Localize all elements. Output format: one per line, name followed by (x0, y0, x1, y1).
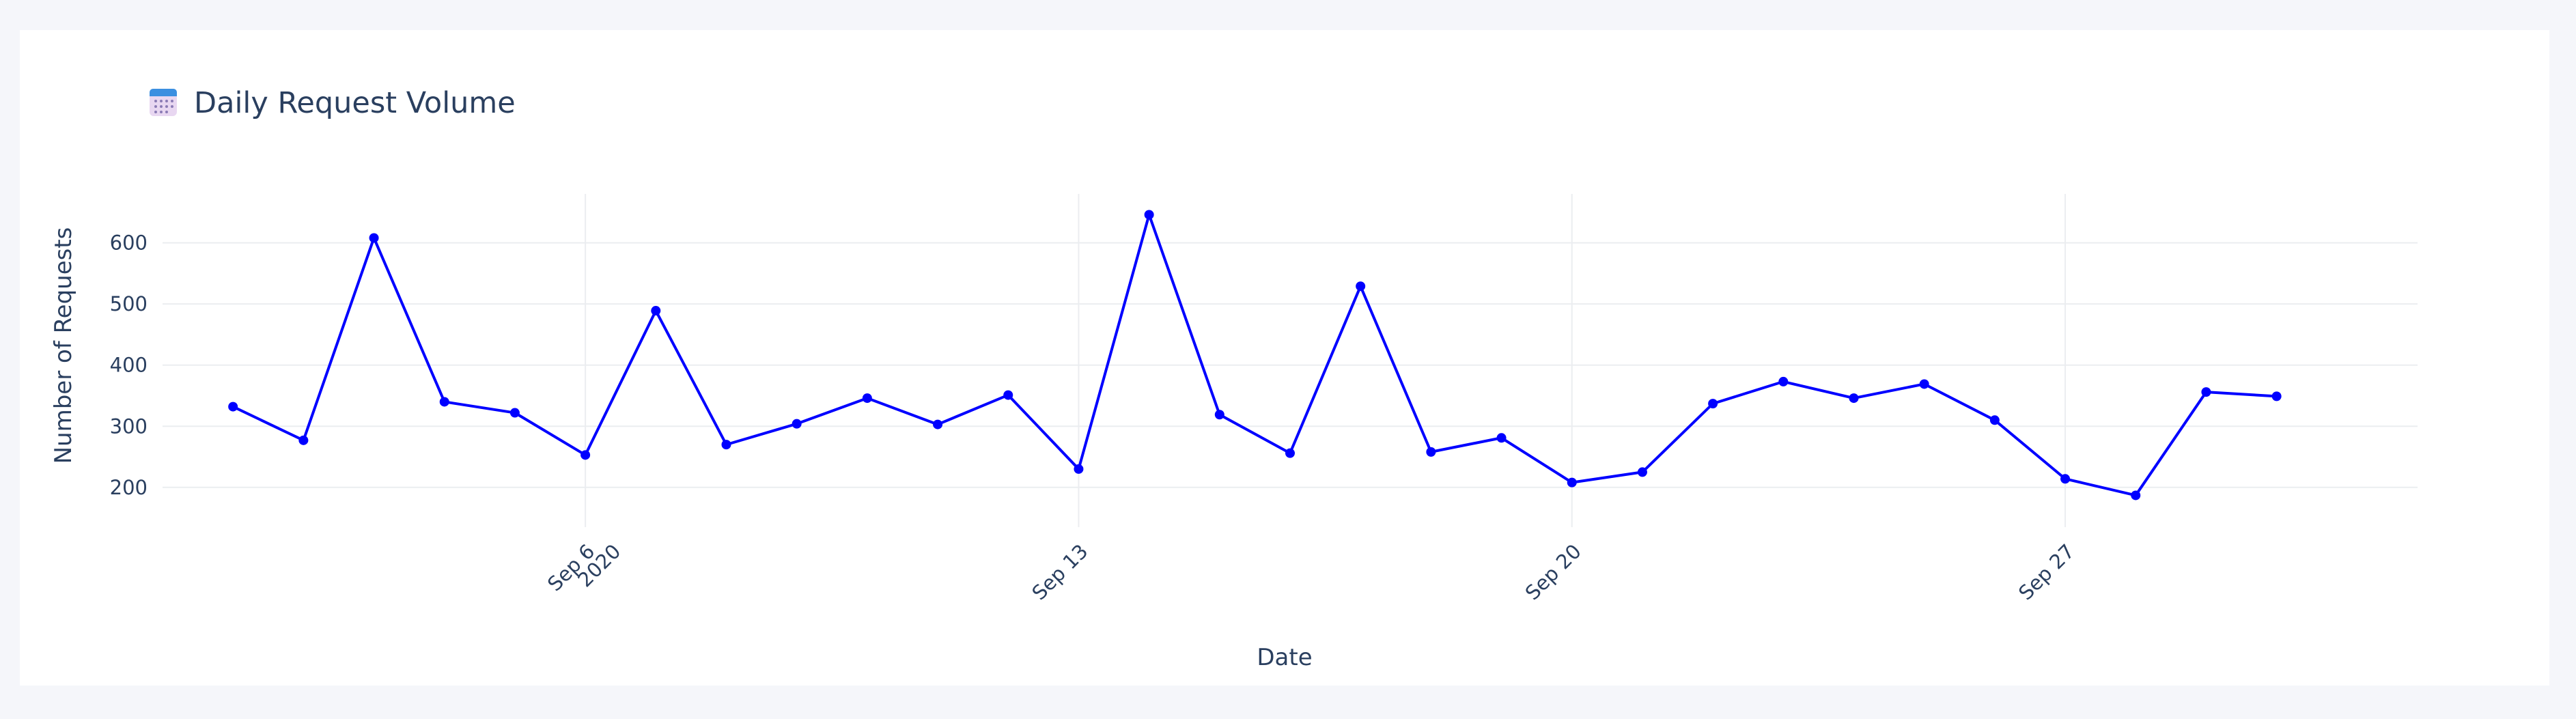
x-tick: Sep 20 (1521, 539, 1586, 604)
data-point[interactable] (1849, 393, 1859, 404)
y-axis-title: Number of Requests (50, 227, 77, 464)
data-point[interactable] (1285, 448, 1295, 458)
x-tick-label: Sep 20 (1521, 539, 1586, 604)
data-point[interactable] (1496, 433, 1507, 443)
data-point[interactable] (509, 408, 520, 418)
data-point[interactable] (651, 306, 661, 316)
data-point[interactable] (1144, 210, 1154, 220)
series-line-path (232, 213, 2277, 497)
data-point[interactable] (1426, 447, 1436, 457)
calendar-icon (150, 89, 177, 116)
data-point[interactable] (1708, 399, 1718, 409)
data-point[interactable] (862, 393, 872, 404)
data-point[interactable] (1919, 379, 1929, 389)
y-tick-label: 600 (110, 231, 148, 255)
data-point[interactable] (1989, 415, 2000, 425)
data-point[interactable] (1356, 281, 1366, 292)
data-point[interactable] (2131, 490, 2141, 501)
x-tick-label: Sep 27 (2014, 539, 2079, 604)
data-point[interactable] (1003, 390, 1013, 400)
chart-card: Daily Request Volume 200 300 400 500 600 Sep… (20, 30, 2549, 686)
chart-title: Daily Request Volume (194, 86, 516, 120)
x-tick: Sep 27 (2014, 539, 2079, 604)
data-point[interactable] (439, 397, 449, 407)
y-tick-label: 300 (110, 414, 148, 438)
data-point[interactable] (1214, 410, 1224, 420)
data-point[interactable] (298, 435, 309, 445)
data-point[interactable] (228, 401, 238, 412)
data-point[interactable] (369, 233, 379, 243)
grid-lines (163, 194, 2418, 527)
data-point[interactable] (933, 419, 943, 429)
x-tick-label: Sep 13 (1027, 539, 1092, 604)
data-point[interactable] (2060, 474, 2071, 484)
data-point[interactable] (792, 419, 802, 429)
x-axis-ticks: Sep 62020 Sep 13 Sep 20 Sep 27 (543, 539, 2079, 604)
series-points (228, 210, 2282, 501)
y-tick-label: 200 (110, 476, 148, 499)
y-tick-label: 400 (110, 354, 148, 377)
data-point[interactable] (1074, 464, 1084, 474)
data-point[interactable] (2271, 391, 2282, 401)
data-point[interactable] (1778, 376, 1789, 386)
x-tick: Sep 13 (1027, 539, 1092, 604)
y-tick-label: 500 (110, 292, 148, 315)
data-point[interactable] (580, 450, 591, 460)
data-point[interactable] (2201, 387, 2211, 397)
series-line (232, 213, 2277, 497)
x-axis-title: Date (1257, 644, 1312, 671)
line-chart: Daily Request Volume 200 300 400 500 600 Sep… (50, 86, 2418, 671)
data-point[interactable] (1567, 477, 1577, 488)
y-axis-ticks: 200 300 400 500 600 (110, 231, 148, 499)
data-point[interactable] (721, 440, 731, 450)
x-tick: Sep 62020 (543, 539, 625, 595)
data-point[interactable] (1637, 467, 1647, 477)
